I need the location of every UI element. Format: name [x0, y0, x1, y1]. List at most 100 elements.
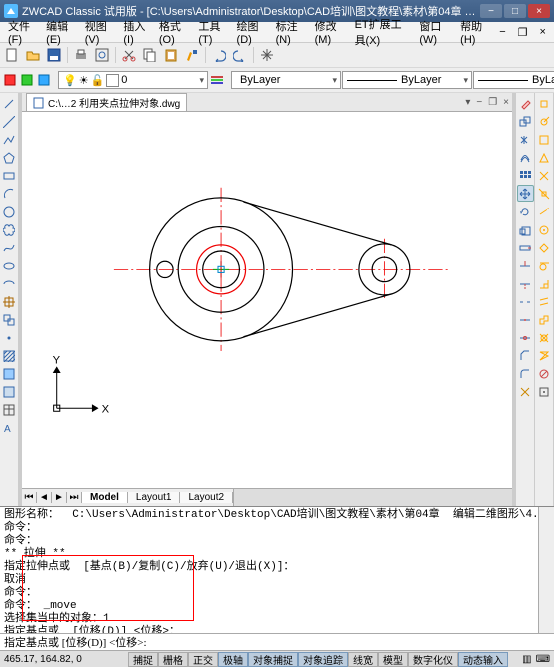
snap-int-tool[interactable]: [536, 167, 553, 184]
snap-qua-tool[interactable]: [536, 239, 553, 256]
menu-9[interactable]: ET扩展工具(X): [349, 14, 414, 50]
trim-tool[interactable]: [517, 257, 534, 274]
snap-settings-tool[interactable]: [536, 383, 553, 400]
layer0-button[interactable]: [2, 70, 18, 90]
line-tool[interactable]: [1, 95, 18, 112]
arc-tool[interactable]: [1, 185, 18, 202]
scale-tool[interactable]: [517, 221, 534, 238]
snap-none-tool[interactable]: [536, 365, 553, 382]
menu-11[interactable]: 帮助(H): [454, 16, 493, 48]
status-对象追踪[interactable]: 对象追踪: [298, 652, 348, 667]
circle-tool[interactable]: [1, 203, 18, 220]
xline-tool[interactable]: [1, 113, 18, 130]
lineweight-combo[interactable]: ByLayer: [473, 71, 554, 89]
status-模型[interactable]: 模型: [378, 652, 408, 667]
print-button[interactable]: [71, 45, 91, 65]
tab-layout2[interactable]: Layout2: [180, 492, 233, 503]
status-数字化仪[interactable]: 数字化仪: [408, 652, 458, 667]
coordinates[interactable]: 465.17, 164.82, 0: [4, 654, 124, 665]
ellipse-arc-tool[interactable]: [1, 275, 18, 292]
doc-min-button[interactable]: −: [473, 97, 485, 108]
snap-cen-tool[interactable]: [536, 221, 553, 238]
tab-model[interactable]: Model: [82, 492, 128, 503]
open-button[interactable]: [23, 45, 43, 65]
status-栅格[interactable]: 栅格: [158, 652, 188, 667]
copy-tool[interactable]: [517, 113, 534, 130]
pan-button[interactable]: [257, 45, 277, 65]
rect-tool[interactable]: [1, 167, 18, 184]
cut-button[interactable]: [119, 45, 139, 65]
mirror-tool[interactable]: [517, 131, 534, 148]
block-tool[interactable]: [1, 311, 18, 328]
menu-6[interactable]: 绘图(D): [231, 16, 270, 48]
status-线宽[interactable]: 线宽: [348, 652, 378, 667]
tab-nav[interactable]: ⏮◄►⏭: [22, 492, 82, 503]
snap-ext-tool[interactable]: [536, 203, 553, 220]
chamfer-tool[interactable]: [517, 347, 534, 364]
ellipse-tool[interactable]: [1, 257, 18, 274]
layer1-button[interactable]: [19, 70, 35, 90]
layer2-button[interactable]: [36, 70, 52, 90]
mdi-btn-1[interactable]: ❐: [512, 24, 534, 41]
linetype-combo[interactable]: ByLayer: [342, 71, 472, 89]
save-button[interactable]: [44, 45, 64, 65]
offset-tool[interactable]: [517, 149, 534, 166]
menu-0[interactable]: 文件(F): [2, 16, 40, 48]
status-极轴[interactable]: 极轴: [218, 652, 248, 667]
pline-tool[interactable]: [1, 131, 18, 148]
layer-combo[interactable]: 💡 ☀ 🔓 0: [58, 71, 208, 89]
maximize-button[interactable]: □: [504, 4, 526, 18]
tab-list-button[interactable]: ▾: [462, 97, 473, 108]
new-button[interactable]: [2, 45, 22, 65]
mdi-btn-2[interactable]: ×: [534, 24, 552, 40]
gradient-tool[interactable]: [1, 365, 18, 382]
join-tool[interactable]: [517, 329, 534, 346]
revcloud-tool[interactable]: [1, 221, 18, 238]
snap-near-tool[interactable]: [536, 347, 553, 364]
spline-tool[interactable]: [1, 239, 18, 256]
menu-2[interactable]: 视图(V): [79, 16, 118, 48]
undo-button[interactable]: [209, 45, 229, 65]
menu-7[interactable]: 标注(N): [270, 16, 309, 48]
status-对象捕捉[interactable]: 对象捕捉: [248, 652, 298, 667]
preview-button[interactable]: [92, 45, 112, 65]
insert-tool[interactable]: [1, 293, 18, 310]
snap-temp-tool[interactable]: [536, 95, 553, 112]
snap-node-tool[interactable]: [536, 329, 553, 346]
menu-10[interactable]: 窗口(W): [413, 16, 454, 48]
status-捕捉[interactable]: 捕捉: [128, 652, 158, 667]
fillet-tool[interactable]: [517, 365, 534, 382]
command-history[interactable]: 图形名称： C:\Users\Administrator\Desktop\CAD…: [0, 507, 538, 633]
menu-1[interactable]: 编辑(E): [40, 16, 79, 48]
menu-8[interactable]: 修改(M): [309, 16, 349, 48]
explode-tool[interactable]: [517, 383, 534, 400]
snap-ins-tool[interactable]: [536, 311, 553, 328]
stretch-tool[interactable]: [517, 239, 534, 256]
erase-tool[interactable]: [517, 95, 534, 112]
snap-per-tool[interactable]: [536, 275, 553, 292]
move-tool[interactable]: [517, 185, 534, 202]
snap-mid-tool[interactable]: [536, 149, 553, 166]
status-tray-icon[interactable]: ▥: [522, 654, 531, 665]
snap-end-tool[interactable]: [536, 131, 553, 148]
break2-tool[interactable]: [517, 311, 534, 328]
layer-props-button[interactable]: [209, 70, 225, 90]
match-button[interactable]: [182, 45, 202, 65]
mdi-btn-0[interactable]: −: [493, 24, 511, 40]
region-tool[interactable]: [1, 383, 18, 400]
status-动态输入[interactable]: 动态输入: [458, 652, 508, 667]
hatch-tool[interactable]: [1, 347, 18, 364]
close-button[interactable]: ×: [528, 4, 550, 18]
snap-from-tool[interactable]: [536, 113, 553, 130]
command-input[interactable]: 指定基点或 [位移(D)] <位移>:: [0, 633, 554, 650]
snap-appint-tool[interactable]: [536, 185, 553, 202]
point-tool[interactable]: [1, 329, 18, 346]
mtext-tool[interactable]: A: [1, 419, 18, 436]
snap-par-tool[interactable]: [536, 293, 553, 310]
copy-button[interactable]: [140, 45, 160, 65]
snap-tan-tool[interactable]: [536, 257, 553, 274]
table-tool[interactable]: [1, 401, 18, 418]
polygon-tool[interactable]: [1, 149, 18, 166]
active-doc-tab[interactable]: C:\…2 利用夹点拉伸对象.dwg: [26, 93, 187, 111]
doc-restore-button[interactable]: ❐: [485, 97, 500, 108]
